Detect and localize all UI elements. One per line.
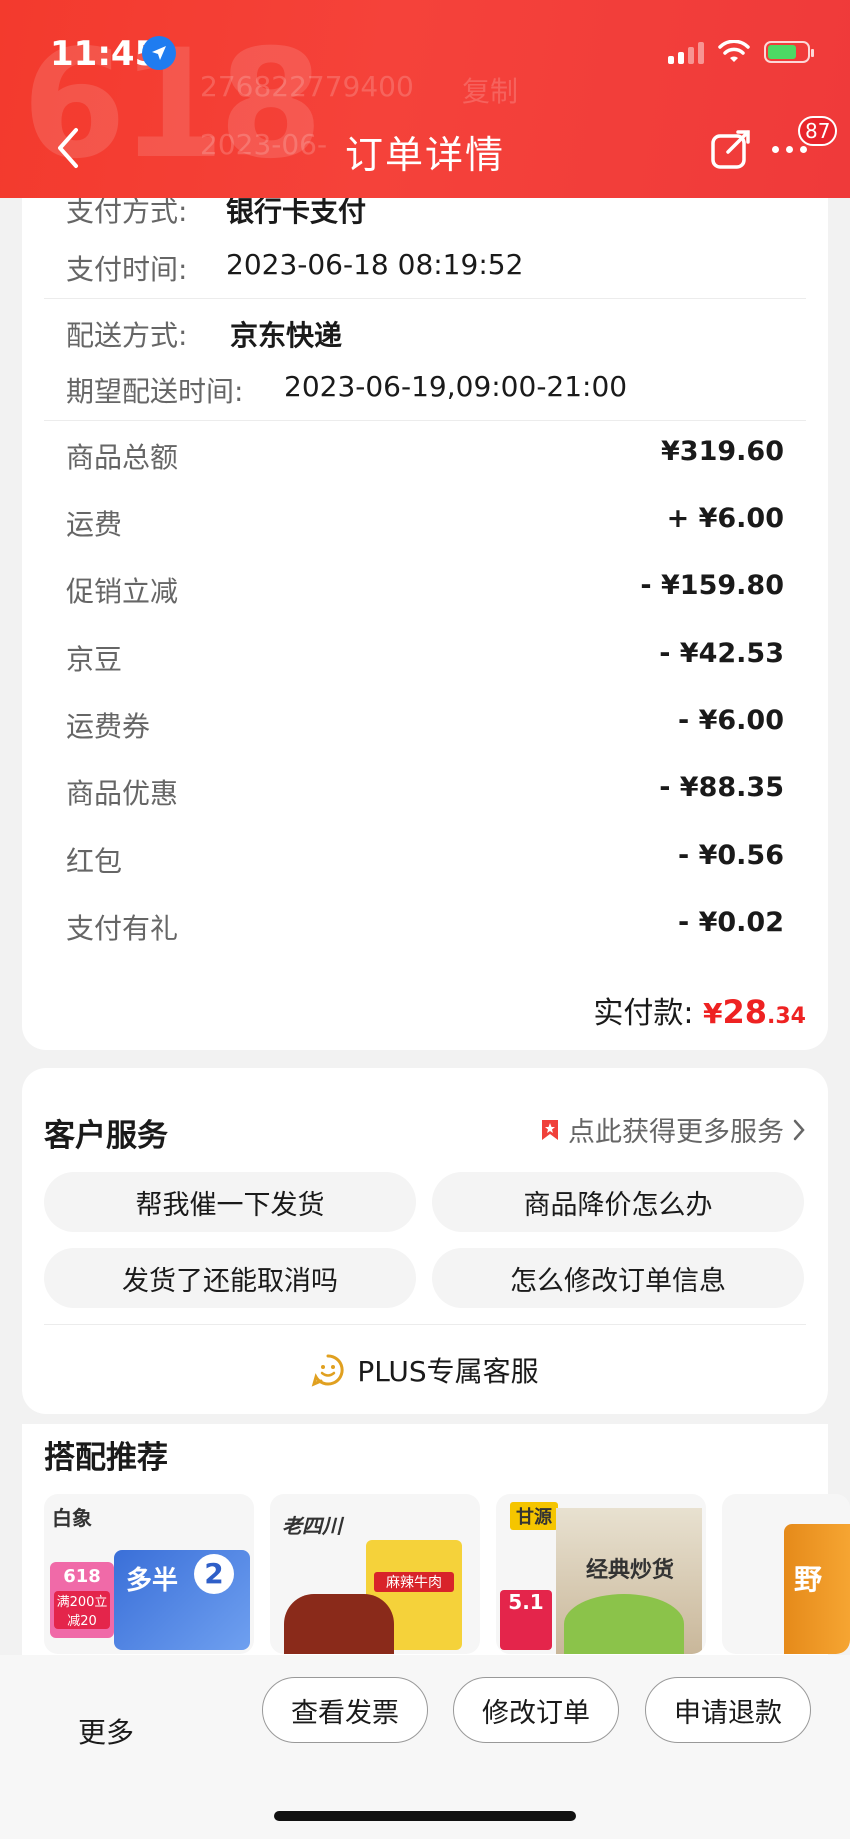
delivery-method-value: 京东快递	[230, 319, 343, 352]
modify-order-button[interactable]: 修改订单	[453, 1677, 619, 1743]
brand-logo: 白象	[52, 1506, 92, 1530]
divider	[44, 1324, 806, 1325]
wifi-icon	[718, 40, 750, 62]
price-amount: ¥319.60	[661, 436, 784, 467]
service-chip[interactable]: 怎么修改订单信息	[432, 1248, 804, 1308]
background-order-number: 276822779400	[200, 70, 414, 103]
product-sub: 2	[194, 1554, 234, 1594]
service-chip[interactable]: 帮我催一下发货	[44, 1172, 416, 1232]
plus-service-label: PLUS专属客服	[357, 1355, 539, 1388]
more-services-label: 点此获得更多服务	[568, 1117, 784, 1148]
recommend-item[interactable]: 野	[722, 1494, 850, 1654]
price-amount: - ¥159.80	[640, 570, 784, 601]
battery-icon	[764, 41, 814, 63]
food-image	[284, 1594, 394, 1654]
paid-total: 实付款: ¥28.34	[593, 988, 806, 1032]
price-label: 红包	[66, 845, 123, 878]
header-bar: 618 276822779400 复制 2023-06- 11:45 订单详情	[0, 0, 850, 198]
tag-618: 618	[63, 1566, 101, 1587]
bottom-action-bar: 更多 查看发票 修改订单 申请退款	[0, 1655, 850, 1839]
more-button[interactable]: 更多	[78, 1711, 134, 1751]
more-services-link[interactable]: 点此获得更多服务	[540, 1110, 806, 1149]
price-amount: - ¥0.56	[677, 840, 784, 871]
share-button[interactable]	[710, 128, 752, 174]
product-name: 麻辣牛肉	[374, 1572, 454, 1592]
product-image: 野	[784, 1524, 850, 1654]
price-amount: - ¥6.00	[677, 705, 784, 736]
brand-logo: 老四川	[282, 1514, 342, 1538]
price-label: 京豆	[66, 643, 123, 676]
message-count-badge: 87	[798, 116, 838, 146]
payment-time-value: 2023-06-18 08:19:52	[226, 248, 524, 281]
price-amount: - ¥0.02	[677, 907, 784, 938]
smiley-chat-icon	[312, 1354, 344, 1387]
brand-logo: 甘源	[510, 1502, 558, 1530]
paid-label: 实付款:	[593, 996, 694, 1031]
location-arrow-icon	[142, 36, 176, 70]
more-menu-button[interactable]	[772, 146, 807, 153]
chevron-right-icon	[793, 1119, 805, 1140]
price-label: 商品优惠	[66, 777, 179, 810]
customer-service-card: 客户服务 点此获得更多服务 帮我催一下发货 商品降价怎么办 发货了还能取消吗 怎…	[22, 1068, 828, 1414]
paid-integer: 28	[722, 993, 768, 1031]
peas-image	[564, 1594, 684, 1654]
cellular-signal-icon	[668, 40, 704, 64]
price-label: 支付有礼	[66, 912, 179, 945]
recommend-item[interactable]: 甘源 经典炒货 5.1	[496, 1494, 706, 1654]
recommend-item[interactable]: 白象 618 满200立减20 多半 2	[44, 1494, 254, 1654]
delivery-method-label: 配送方式:	[66, 319, 188, 352]
divider	[44, 420, 806, 421]
price-amount: - ¥42.53	[659, 638, 784, 669]
product-name: 经典炒货	[586, 1558, 675, 1583]
divider	[44, 298, 806, 299]
plus-customer-service-button[interactable]: PLUS专属客服	[22, 1350, 828, 1390]
recommend-title: 搭配推荐	[44, 1440, 168, 1476]
product-name: 多半	[126, 1566, 179, 1596]
order-detail-card: 支付方式: 银行卡支付 支付时间: 2023-06-18 08:19:52 配送…	[22, 150, 828, 1050]
payment-time-label: 支付时间:	[66, 253, 188, 286]
expected-delivery-label: 期望配送时间:	[66, 375, 244, 408]
background-copy: 复制	[462, 75, 519, 108]
apply-refund-button[interactable]: 申请退款	[645, 1677, 811, 1743]
promo-text: 满200立减20	[54, 1591, 110, 1629]
promo-tag: 618 满200立减20	[50, 1562, 114, 1638]
price-label: 运费券	[66, 710, 151, 743]
price-tag: 5.1	[500, 1590, 552, 1650]
product-name: 野	[794, 1563, 823, 1596]
expected-delivery-value: 2023-06-19,09:00-21:00	[284, 370, 628, 403]
service-chip[interactable]: 商品降价怎么办	[432, 1172, 804, 1232]
view-invoice-button[interactable]: 查看发票	[262, 1677, 428, 1743]
share-icon	[711, 130, 750, 169]
price-label: 促销立减	[66, 575, 179, 608]
price-amount: - ¥88.35	[659, 772, 784, 803]
service-chip[interactable]: 发货了还能取消吗	[44, 1248, 416, 1308]
product-image: 多半 2	[114, 1550, 250, 1650]
home-indicator	[274, 1811, 576, 1821]
recommend-item[interactable]: 老四川 麻辣牛肉	[270, 1494, 480, 1654]
price-label: 运费	[66, 508, 123, 541]
status-icons	[668, 40, 814, 64]
paid-currency: ¥	[703, 997, 723, 1030]
paid-decimal: .34	[767, 1004, 806, 1029]
bookmark-icon	[542, 1119, 558, 1140]
price-label: 商品总额	[66, 441, 179, 474]
price-amount: + ¥6.00	[666, 503, 784, 534]
service-title: 客户服务	[44, 1118, 168, 1154]
